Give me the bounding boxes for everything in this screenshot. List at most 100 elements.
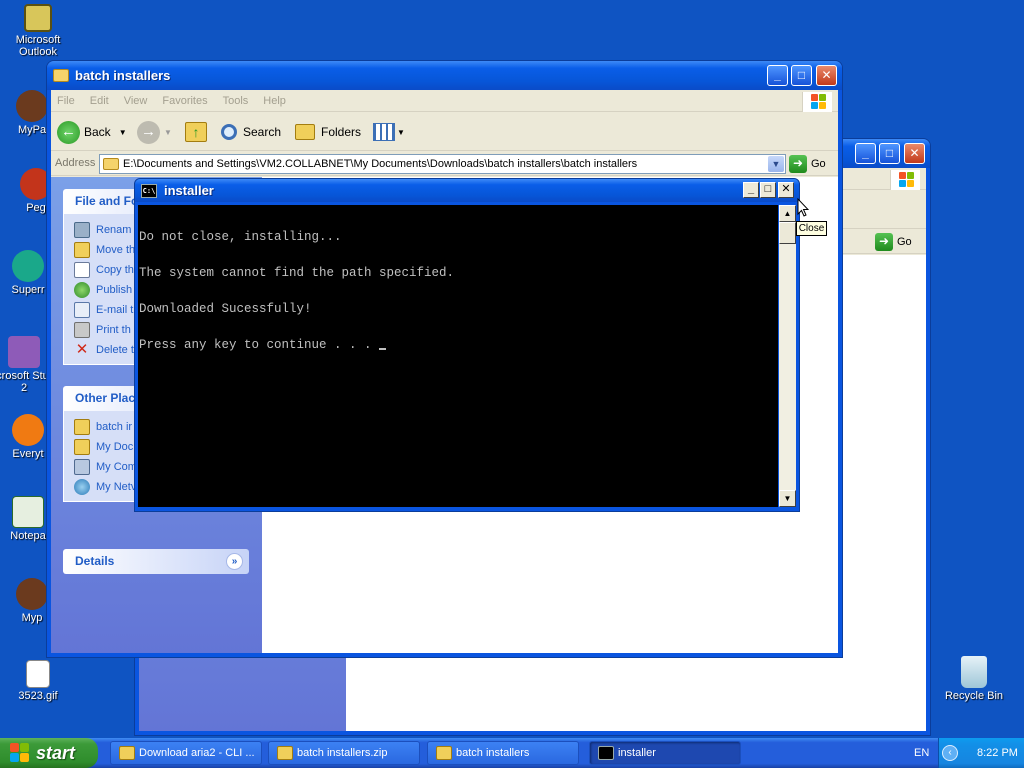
desktop-icon-recycle-bin[interactable]: Recycle Bin [934,656,1014,702]
taskbar-button-batch-installers-zip[interactable]: batch installers.zip [268,741,420,765]
console-line: Press any key to continue . . . [139,338,380,352]
task-label: Publish [96,284,133,296]
network-icon [74,479,90,495]
forward-arrow-icon: → [137,120,160,144]
chevron-down-icon[interactable]: ▼ [119,128,127,137]
task-label: batch installers [456,747,530,759]
desktop-icon-label: Recycle Bin [944,690,1004,702]
console-maximize-button[interactable]: □ [760,182,776,198]
folders-button[interactable]: Folders [295,119,361,145]
desktop-icon-label: Microsoft Outlook [15,34,61,58]
maximize-button[interactable]: □ [791,65,812,86]
address-value: E:\Documents and Settings\VM2.COLLABNET\… [123,158,638,170]
console-output[interactable]: Do not close, installing... The system c… [138,205,778,507]
task-label: Print th [96,324,131,336]
computer-icon [74,459,90,475]
scroll-down-icon[interactable]: ▼ [779,490,796,507]
windows-logo [802,92,832,112]
folder-icon [74,419,90,435]
printer-icon [74,322,90,338]
expand-chevron-icon[interactable]: » [226,553,243,570]
email-icon [74,302,90,318]
people-icon [16,578,48,610]
chevron-down-icon[interactable]: ▼ [164,128,172,137]
place-label: My Com [96,461,137,473]
place-label: My Doc [96,441,134,453]
back-close-button[interactable]: ✕ [904,143,925,164]
globe-icon [74,282,90,298]
console-window[interactable]: C:\ installer _ □ ✕ Do not close, instal… [134,178,800,512]
search-label: Search [243,125,282,139]
language-indicator[interactable]: EN [914,747,929,759]
delete-icon: ✕ [75,341,89,358]
close-button[interactable]: ✕ [816,65,837,86]
taskbar-button-download-aria2[interactable]: Download aria2 - CLI ... [110,741,262,765]
console-minimize-button[interactable]: _ [743,182,759,198]
console-close-button[interactable]: ✕ [778,182,794,198]
back-arrow-icon: ← [57,120,80,144]
console-line: The system cannot find the path specifie… [139,266,455,280]
back-maximize-button[interactable]: □ [879,143,900,164]
menu-file[interactable]: File [57,95,75,107]
copy-icon [74,262,90,278]
back-button[interactable]: ← Back ▼ [57,119,127,145]
search-button[interactable]: Search [221,119,281,145]
mouse-pointer-icon [797,198,809,217]
address-bar: Address E:\Documents and Settings\VM2.CO… [51,152,838,176]
my-documents-icon [74,439,90,455]
menu-favorites[interactable]: Favorites [162,95,207,107]
windows-logo [890,170,920,190]
clock[interactable]: 8:22 PM [977,747,1018,759]
back-go-button[interactable]: ➜ Go [875,233,912,251]
forward-button[interactable]: → ▼ [137,119,172,145]
folders-label: Folders [321,125,362,139]
zip-folder-icon [277,746,293,760]
desktop-icon-label: Peg [26,202,46,214]
back-label: Back [84,125,111,139]
desktop-icon-label: Notepa [10,530,46,542]
show-hidden-icons-chevron-icon[interactable]: ‹ [942,745,958,761]
scroll-up-icon[interactable]: ▲ [779,205,796,222]
task-label: Copy th [96,264,134,276]
panel-header[interactable]: Details » [63,549,249,574]
address-input[interactable]: E:\Documents and Settings\VM2.COLLABNET\… [99,154,786,174]
window-title: batch installers [75,68,171,83]
console-titlebar[interactable]: C:\ installer [135,179,799,202]
desktop-icon-gif[interactable]: 3523.gif [0,660,78,702]
console-title: installer [164,183,214,198]
menu-edit[interactable]: Edit [90,95,109,107]
start-button[interactable]: start [0,738,98,768]
taskbar-button-batch-installers[interactable]: batch installers [427,741,579,765]
toolbar: ← Back ▼ → ▼ ↑ Search Folders ▼ [51,113,838,151]
desktop-icon-outlook[interactable]: Microsoft Outlook [0,4,78,58]
task-label: E-mail t [96,304,134,316]
views-button[interactable]: ▼ [373,119,405,145]
desktop-icon-label: Superr [11,284,45,296]
taskbar-button-installer[interactable]: installer [589,741,741,765]
up-folder-icon: ↑ [185,122,207,142]
scroll-thumb[interactable] [779,222,796,244]
back-minimize-button[interactable]: _ [855,143,876,164]
up-folder-button[interactable]: ↑ [185,119,207,145]
console-icon [598,746,614,760]
text-cursor [379,348,387,350]
rename-icon [74,222,90,238]
menu-view[interactable]: View [124,95,148,107]
image-file-icon [26,660,50,688]
task-label: installer [618,747,656,759]
minimize-button[interactable]: _ [767,65,788,86]
details-panel: Details » [63,549,249,574]
menu-help[interactable]: Help [263,95,286,107]
go-button[interactable]: ➜ Go [789,155,826,173]
menu-tools[interactable]: Tools [223,95,249,107]
folder-icon [53,69,69,82]
console-scrollbar[interactable]: ▲ ▼ [779,205,796,507]
explorer-titlebar[interactable]: batch installers [47,61,842,90]
chevron-down-icon[interactable]: ▼ [768,156,784,172]
task-label: Delete t [96,344,134,356]
folder-icon [436,746,452,760]
go-arrow-icon: ➜ [875,233,893,251]
windows-flag-icon [899,172,915,188]
task-label: Move th [96,244,136,256]
close-tooltip: Close [796,221,827,236]
